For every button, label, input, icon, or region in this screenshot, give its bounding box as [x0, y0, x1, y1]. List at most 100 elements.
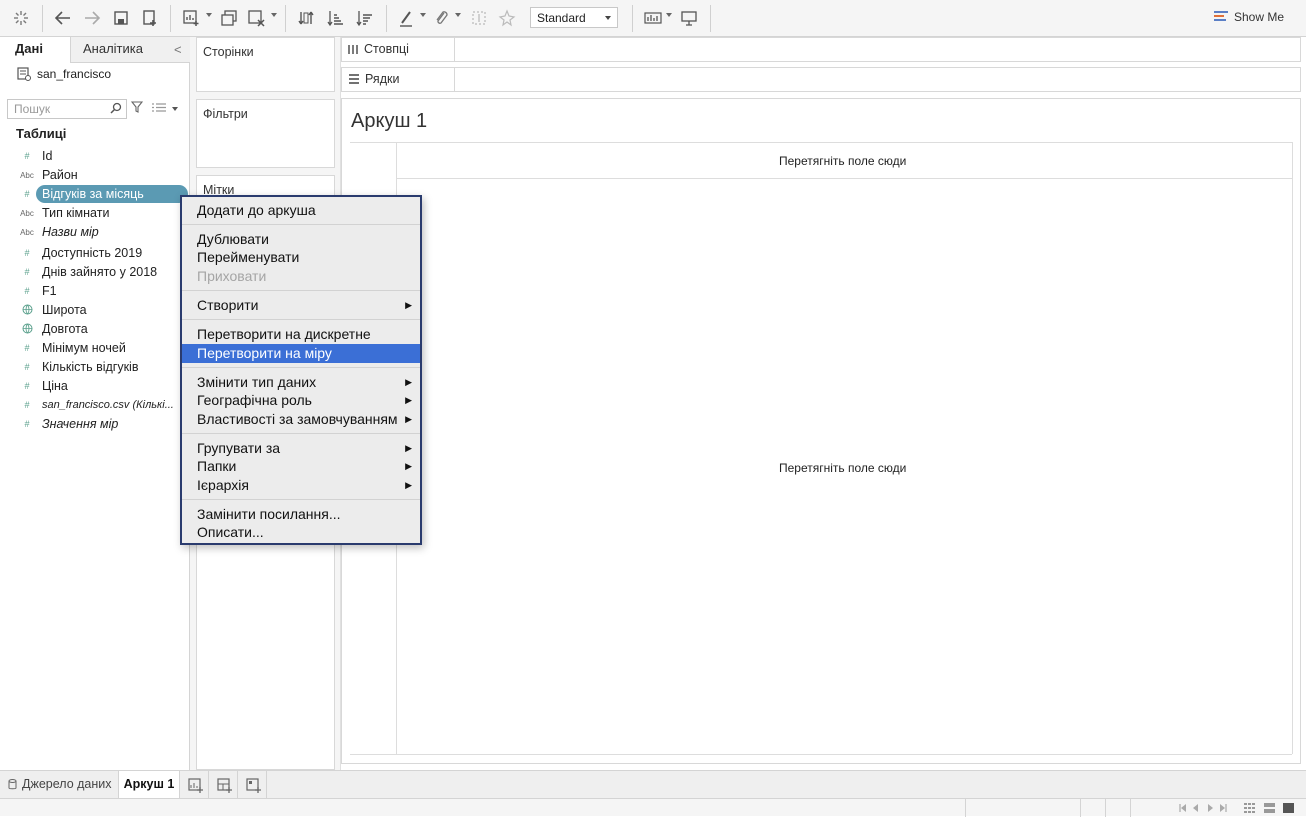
chevron-down-icon[interactable]: [455, 13, 461, 17]
tab-data[interactable]: Дані: [0, 37, 70, 63]
menu-item-describe[interactable]: Описати...: [182, 523, 420, 542]
pages-card-title: Сторінки: [203, 45, 254, 59]
show-me-button[interactable]: Show Me: [1214, 10, 1284, 24]
undo-icon[interactable]: [52, 7, 74, 29]
field-price[interactable]: # Ціна: [18, 377, 67, 395]
sheet-navigation-icon[interactable]: [1178, 803, 1234, 813]
chevron-down-icon[interactable]: [420, 13, 426, 17]
submenu-arrow-icon: ▶: [405, 377, 412, 387]
duplicate-sheet-icon[interactable]: [218, 7, 240, 29]
sheet-title[interactable]: Аркуш 1: [351, 110, 427, 133]
menu-item-hide: Приховати: [197, 268, 267, 284]
grid-view-icon[interactable]: [1244, 803, 1255, 813]
chevron-down-icon[interactable]: [271, 13, 277, 17]
filmstrip-view-icon[interactable]: [1264, 803, 1275, 813]
new-worksheet-icon[interactable]: [180, 7, 202, 29]
rows-shelf-label: Рядки: [348, 72, 399, 86]
show-me-label: Show Me: [1234, 10, 1285, 24]
context-menu: Додати до аркуша Дублювати Перейменувати…: [180, 195, 422, 545]
new-worksheet-icon[interactable]: [185, 776, 207, 794]
chevron-down-icon[interactable]: [172, 107, 178, 111]
datasource-icon: [17, 67, 31, 81]
menu-item-hierarchy[interactable]: Ієрархія ▶: [182, 476, 420, 495]
pin-icon[interactable]: [496, 7, 518, 29]
search-icon: [110, 102, 122, 114]
tab-datasource[interactable]: Джерело даних: [0, 771, 118, 798]
menu-item-duplicate[interactable]: Дублювати: [182, 230, 420, 249]
columns-shelf[interactable]: Стовпці: [341, 37, 1301, 62]
menu-item-geographic-role[interactable]: Географічна роль ▶: [182, 391, 420, 410]
submenu-arrow-icon: ▶: [405, 414, 412, 424]
field-longitude[interactable]: Довгота: [18, 320, 88, 338]
datasource-row[interactable]: san_francisco: [17, 67, 111, 81]
field-reviews-per-month[interactable]: # Відгуків за місяць: [18, 185, 188, 203]
menu-item-folders[interactable]: Папки ▶: [182, 457, 420, 476]
menu-item-group-by[interactable]: Групувати за ▶: [182, 439, 420, 458]
annotate-icon[interactable]: [430, 7, 452, 29]
tab-analytics[interactable]: Аналітика: [70, 37, 190, 63]
field-latitude[interactable]: Широта: [18, 301, 87, 319]
field-rayon[interactable]: Abc Район: [18, 166, 78, 184]
chevron-down-icon[interactable]: [666, 13, 672, 17]
field-f1[interactable]: # F1: [18, 282, 56, 300]
field-measure-values[interactable]: # Значення мір: [18, 415, 118, 433]
field-review-count[interactable]: # Кількість відгуків: [18, 358, 138, 376]
redo-icon[interactable]: [81, 7, 103, 29]
collapse-pane-icon[interactable]: <: [174, 42, 182, 57]
toolbar-separator: [386, 5, 387, 32]
new-dashboard-icon[interactable]: [214, 776, 236, 794]
field-room-type[interactable]: Abc Тип кімнати: [18, 204, 109, 222]
pages-card[interactable]: Сторінки: [196, 37, 335, 92]
sort-ascending-icon[interactable]: [325, 7, 347, 29]
field-label: Тип кімнати: [42, 206, 110, 220]
fit-select[interactable]: Standard: [530, 7, 618, 28]
rows-shelf[interactable]: Рядки: [341, 67, 1301, 92]
menu-item-convert-discrete[interactable]: Перетворити на дискретне: [182, 325, 420, 344]
number-icon: #: [24, 343, 30, 353]
menu-item-default-properties[interactable]: Властивості за замовчуванням ▶: [182, 410, 420, 429]
drop-zone-center[interactable]: Перетягніть поле сюди: [779, 461, 906, 475]
search-input[interactable]: Пошук: [7, 99, 127, 119]
menu-item-replace-references[interactable]: Замінити посилання...: [182, 505, 420, 524]
chevron-down-icon[interactable]: [206, 13, 212, 17]
string-icon: Abc: [20, 227, 34, 237]
field-record-count[interactable]: # san_francisco.csv (Кількі...: [18, 396, 173, 414]
swap-icon[interactable]: [295, 7, 317, 29]
worksheet-view[interactable]: Аркуш 1 Перетягніть поле сюди Перетягніт…: [341, 98, 1301, 764]
menu-item-label: Змінити тип даних: [197, 374, 317, 390]
menu-separator: [182, 499, 420, 500]
string-icon: Abc: [20, 170, 34, 180]
menu-item-add-to-sheet[interactable]: Додати до аркуша: [182, 201, 420, 220]
sort-descending-icon[interactable]: [354, 7, 376, 29]
field-measure-names[interactable]: Abc Назви мір: [18, 223, 99, 241]
save-icon[interactable]: [110, 7, 132, 29]
drop-zone-columns[interactable]: Перетягніть поле сюди: [779, 154, 906, 168]
menu-item-convert-measure[interactable]: Перетворити на міру: [182, 344, 420, 363]
add-datasource-icon[interactable]: [139, 7, 161, 29]
highlight-icon[interactable]: [395, 7, 417, 29]
field-id[interactable]: # Id: [18, 147, 52, 165]
field-label: Відгуків за місяць: [36, 185, 188, 203]
menu-item-rename[interactable]: Перейменувати: [182, 248, 420, 267]
show-labels-icon[interactable]: [642, 7, 664, 29]
new-story-icon[interactable]: [243, 776, 265, 794]
fix-axes-icon[interactable]: [468, 7, 490, 29]
presentation-icon[interactable]: [678, 7, 700, 29]
field-min-nights[interactable]: # Мінімум ночей: [18, 339, 125, 357]
clear-sheet-icon[interactable]: [245, 7, 267, 29]
tabs-view-icon[interactable]: [1283, 803, 1294, 813]
view-list-icon[interactable]: [152, 103, 166, 112]
menu-item-change-data-type[interactable]: Змінити тип даних ▶: [182, 373, 420, 392]
menu-separator: [182, 367, 420, 368]
field-days-booked-2018[interactable]: # Днів зайнято у 2018: [18, 263, 157, 281]
field-availability-2019[interactable]: # Доступність 2019: [18, 244, 142, 262]
number-icon: #: [24, 400, 30, 410]
filter-icon[interactable]: [131, 101, 143, 113]
number-icon: #: [24, 189, 30, 199]
field-label: Довгота: [42, 322, 88, 336]
menu-item-create[interactable]: Створити ▶: [182, 296, 420, 315]
tableau-logo-icon[interactable]: [10, 7, 32, 29]
datasource-tab-label: Джерело даних: [22, 777, 112, 791]
tab-sheet-1[interactable]: Аркуш 1: [118, 771, 180, 798]
filters-card[interactable]: Фільтри: [196, 99, 335, 168]
